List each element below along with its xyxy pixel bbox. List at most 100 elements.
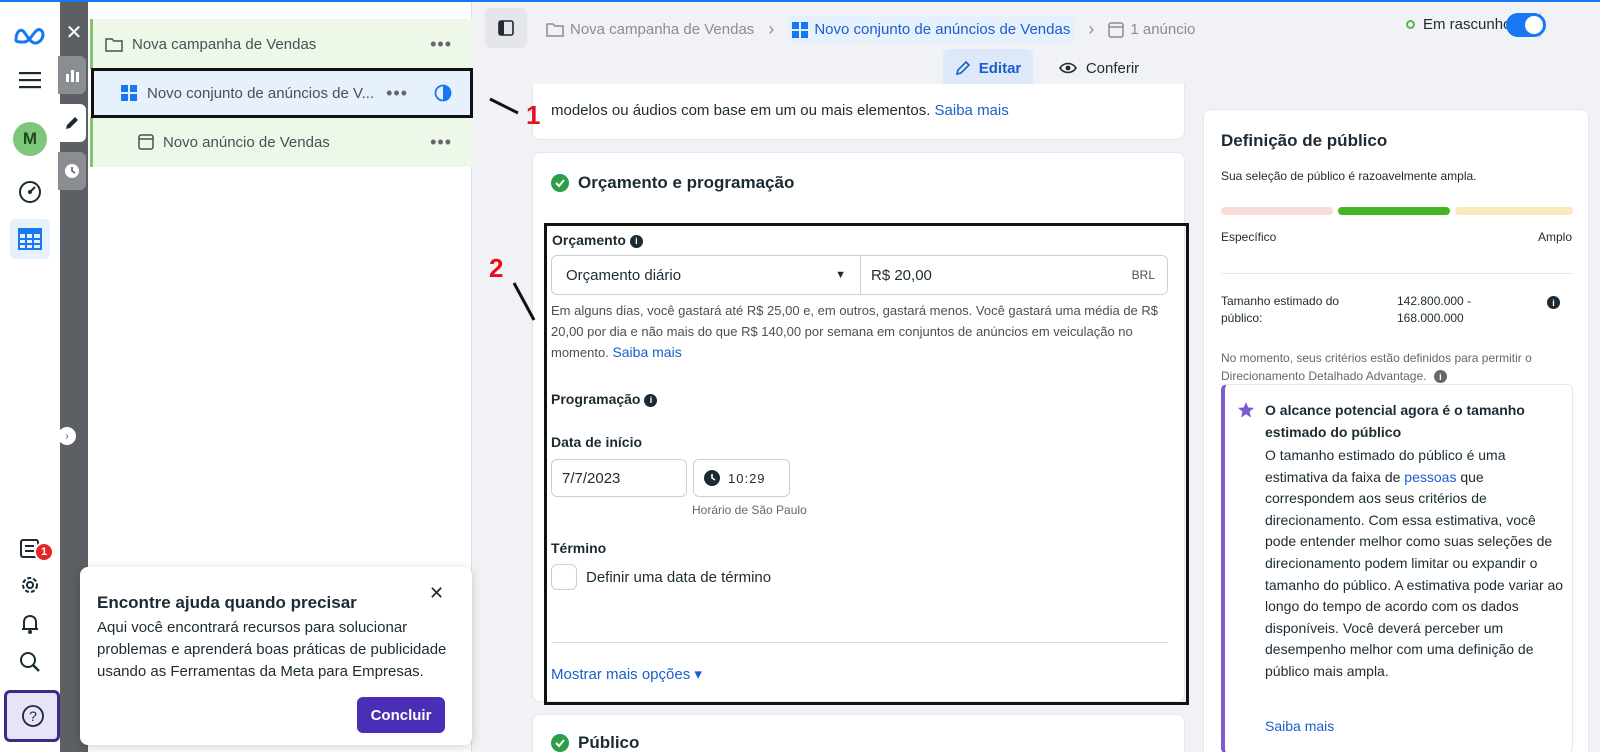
budget-label: Orçamento i: [552, 232, 643, 248]
start-time-input[interactable]: 10:29: [693, 459, 790, 497]
edit-mode-button[interactable]: Editar: [943, 49, 1033, 87]
info-icon[interactable]: i: [1547, 296, 1560, 309]
gauge-segment-active: [1338, 207, 1450, 215]
more-options-icon[interactable]: •••: [430, 132, 452, 153]
end-date-checkbox[interactable]: [551, 564, 577, 590]
end-date-checkbox-row[interactable]: Definir uma data de término: [551, 564, 771, 590]
reach-tip-box: O alcance potencial agora é o tamanho es…: [1221, 384, 1573, 752]
budget-section-title: Orçamento e programação: [578, 173, 795, 192]
popup-body: Aqui você encontrará recursos para soluc…: [97, 619, 447, 680]
audience-card[interactable]: Público: [532, 714, 1185, 752]
help-popup: Encontre ajuda quando precisar ✕ Aqui vo…: [80, 567, 472, 745]
folder-icon: [546, 23, 564, 37]
annotation-number-2: 2: [489, 253, 504, 283]
adset-grid-icon: [121, 84, 137, 101]
left-nav-rail: M 1: [0, 2, 60, 752]
expand-chevron-icon[interactable]: ›: [58, 427, 76, 445]
tree-item-ad[interactable]: Novo anúncio de Vendas •••: [90, 117, 472, 167]
annotation-number-1: 1: [526, 100, 541, 130]
settings-gear-icon[interactable]: [10, 565, 50, 605]
criteria-note: No momento, seus critérios estão definid…: [1221, 351, 1532, 384]
timezone-label: Horário de São Paulo: [692, 503, 807, 517]
people-link[interactable]: pessoas: [1404, 469, 1456, 485]
review-mode-button[interactable]: Conferir: [1049, 49, 1149, 87]
breadcrumb-campaign[interactable]: Nova campanha de Vendas: [570, 21, 754, 38]
tree-item-campaign[interactable]: Nova campanha de Vendas •••: [90, 19, 472, 69]
budget-type-value: Orçamento diário: [566, 266, 682, 284]
start-date-value: 7/7/2023: [562, 469, 621, 487]
status-label: Em rascunho: [1423, 16, 1512, 33]
ads-manager-table-icon[interactable]: [10, 219, 50, 259]
gauge-segment-specific: [1221, 207, 1333, 215]
edit-pencil-tab-icon[interactable]: [58, 104, 86, 142]
audience-definition-panel: Definição de público Sua seleção de públ…: [1203, 109, 1589, 752]
review-label: Conferir: [1085, 59, 1140, 77]
sidebar-panel-icon: [498, 20, 514, 36]
chart-tab-icon[interactable]: [58, 56, 86, 94]
reach-tip-learn-more-link[interactable]: Saiba mais: [1265, 718, 1334, 734]
bell-icon[interactable]: [10, 604, 50, 644]
close-icon[interactable]: ✕: [60, 20, 88, 45]
info-icon[interactable]: i: [629, 234, 643, 248]
budget-type-select[interactable]: Orçamento diário ▼: [551, 255, 861, 295]
reach-tip-body: O tamanho estimado do público é uma esti…: [1265, 447, 1564, 679]
audience-panel-title: Definição de público: [1221, 131, 1388, 150]
meta-logo-icon[interactable]: [10, 16, 50, 56]
show-more-options-link[interactable]: Mostrar mais opções ▾: [551, 665, 702, 683]
popup-close-icon[interactable]: ✕: [429, 583, 444, 604]
star-icon: [1238, 402, 1254, 418]
audience-section-title: Público: [578, 733, 640, 752]
ad-icon: [138, 134, 154, 150]
pencil-icon: [955, 60, 970, 76]
audience-size-value: 142.800.000 - 168.000.000: [1397, 294, 1472, 325]
info-icon[interactable]: i: [1433, 370, 1447, 384]
annotation-arrow-2: [512, 282, 536, 321]
tree-ad-label: Novo anúncio de Vendas: [163, 133, 330, 151]
tree-campaign-label: Nova campanha de Vendas: [132, 35, 317, 53]
help-button[interactable]: ?: [4, 690, 60, 742]
breadcrumb-ad[interactable]: 1 anúncio: [1130, 21, 1195, 38]
concluir-button[interactable]: Concluir: [357, 697, 445, 733]
dashboard-gauge-icon[interactable]: [10, 172, 50, 212]
more-options-icon[interactable]: •••: [430, 34, 452, 55]
budget-learn-more-link[interactable]: Saiba mais: [612, 344, 681, 360]
end-label: Término: [551, 540, 607, 556]
budget-section-header: Orçamento e programação: [551, 173, 794, 193]
budget-amount-input[interactable]: R$ 20,00 BRL: [860, 255, 1168, 295]
gauge-segment-broad: [1455, 207, 1573, 215]
editor-header: Nova campanha de Vendas › Novo conjunto …: [473, 2, 1600, 94]
breadcrumb-adset-label: Novo conjunto de anúncios de Vendas: [814, 21, 1071, 38]
learn-more-link[interactable]: Saiba mais: [935, 102, 1009, 119]
svg-text:?: ?: [29, 708, 37, 724]
tree-adset-label: Novo conjunto de anúncios de V...: [147, 84, 375, 102]
half-circle-status-icon: [434, 84, 452, 102]
history-clock-tab-icon[interactable]: [58, 152, 86, 190]
creative-card-partial: modelos ou áudios com base em um ou mais…: [532, 84, 1185, 140]
info-icon[interactable]: i: [644, 393, 658, 407]
audience-section-header: Público: [551, 733, 639, 752]
avatar[interactable]: M: [13, 122, 47, 156]
folder-icon: [105, 37, 123, 52]
breadcrumb-adset[interactable]: Novo conjunto de anúncios de Vendas: [788, 16, 1075, 43]
eye-icon: [1058, 62, 1077, 74]
menu-icon[interactable]: [10, 60, 50, 100]
creative-card-text: modelos ou áudios com base em um ou mais…: [551, 102, 1009, 119]
toggle-sidebar-button[interactable]: [485, 8, 527, 48]
search-icon[interactable]: [10, 642, 50, 682]
end-date-checkbox-label: Definir uma data de término: [586, 568, 772, 586]
popup-title: Encontre ajuda quando precisar: [97, 593, 357, 612]
more-options-icon[interactable]: •••: [386, 83, 408, 104]
campaign-on-off-toggle[interactable]: [1506, 13, 1546, 37]
draft-status: Em rascunho: [1406, 16, 1511, 33]
check-circle-icon: [551, 734, 569, 752]
start-date-input[interactable]: 7/7/2023: [551, 459, 687, 497]
check-circle-icon: [551, 174, 569, 192]
budget-note: Em alguns dias, você gastará até R$ 25,0…: [551, 303, 1159, 360]
breadcrumb: Nova campanha de Vendas › Novo conjunto …: [546, 16, 1195, 43]
budget-amount-value: R$ 20,00: [871, 266, 932, 284]
status-dot-icon: [1406, 20, 1415, 29]
caret-down-icon: ▼: [835, 269, 846, 281]
chevron-right-icon: ›: [1088, 19, 1095, 39]
tree-item-adset-selected[interactable]: Novo conjunto de anúncios de V... •••: [91, 68, 473, 118]
start-time-value: 10:29: [728, 470, 766, 486]
